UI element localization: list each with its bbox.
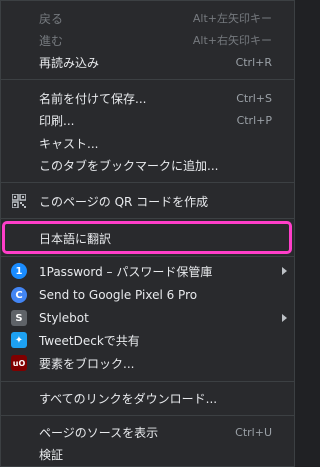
menu-item-reload[interactable]: 再読み込み Ctrl+R [1, 51, 294, 73]
menu-item-label: 要素をブロック... [39, 356, 135, 371]
menu-item-stylebot[interactable]: S Stylebot [1, 307, 294, 329]
context-menu: 戻る Alt+左矢印キー 進む Alt+右矢印キー 再読み込み Ctrl+R 名… [0, 0, 295, 467]
menu-item-tweetdeck[interactable]: ✦ TweetDeckで共有 [1, 329, 294, 351]
menu-item-shortcut: Ctrl+R [235, 55, 272, 69]
menu-item-bookmark-tab[interactable]: このタブをブックマークに追加... [1, 154, 294, 176]
menu-item-view-source[interactable]: ページのソースを表示 Ctrl+U [1, 421, 294, 443]
menu-item-label: このタブをブックマークに追加... [39, 158, 219, 173]
menu-item-label: Stylebot [39, 311, 89, 325]
qr-code-icon [11, 193, 27, 209]
menu-item-download-all-links[interactable]: すべてのリンクをダウンロード... [1, 387, 294, 409]
menu-item-print[interactable]: 印刷... Ctrl+P [1, 109, 294, 131]
menu-item-label: Send to Google Pixel 6 Pro [39, 288, 198, 302]
menu-item-cast[interactable]: キャスト... [1, 132, 294, 154]
menu-item-1password[interactable]: 1 1Password – パスワード保管庫 [1, 260, 294, 282]
menu-separator [1, 218, 294, 219]
ublock-icon: uO [11, 355, 27, 371]
menu-item-shortcut: Alt+左矢印キー [192, 12, 272, 25]
1password-icon: 1 [11, 263, 27, 279]
menu-item-shortcut: Ctrl+S [236, 91, 272, 105]
menu-item-label: 印刷... [39, 113, 75, 128]
menu-item-label: TweetDeckで共有 [39, 333, 140, 348]
menu-item-label: すべてのリンクをダウンロード... [39, 391, 218, 406]
tweetdeck-icon: ✦ [11, 332, 27, 348]
menu-separator [1, 182, 294, 183]
menu-item-label: 名前を付けて保存... [39, 91, 147, 106]
menu-item-shortcut: Ctrl+U [235, 425, 272, 439]
menu-item-label: 進む [39, 33, 64, 48]
menu-item-label: 1Password – パスワード保管庫 [39, 264, 213, 279]
menu-separator [1, 79, 294, 80]
menu-item-send-to-device[interactable]: C Send to Google Pixel 6 Pro [1, 284, 294, 306]
menu-item-back[interactable]: 戻る Alt+左矢印キー [1, 7, 294, 29]
menu-item-block-element[interactable]: uO 要素をブロック... [1, 352, 294, 374]
menu-item-label: 検証 [39, 447, 64, 462]
menu-item-label: 再読み込み [39, 55, 100, 70]
stylebot-icon: S [11, 310, 27, 326]
menu-item-forward[interactable]: 進む Alt+右矢印キー [1, 29, 294, 51]
submenu-arrow-icon [282, 267, 287, 275]
menu-item-inspect[interactable]: 検証 [1, 443, 294, 465]
chrome-send-icon: C [11, 287, 27, 303]
submenu-arrow-icon [282, 314, 287, 322]
highlight-annotation [2, 221, 292, 254]
menu-item-label: ページのソースを表示 [39, 425, 159, 440]
menu-separator [1, 415, 294, 416]
menu-item-shortcut: Ctrl+P [236, 113, 272, 127]
menu-item-shortcut: Alt+右矢印キー [192, 34, 272, 47]
menu-item-label: キャスト... [39, 136, 99, 151]
menu-item-save-as[interactable]: 名前を付けて保存... Ctrl+S [1, 87, 294, 109]
menu-separator [1, 381, 294, 382]
menu-separator [1, 256, 294, 257]
menu-item-create-qr[interactable]: このページの QR コードを作成 [1, 190, 294, 212]
menu-item-label: 戻る [39, 11, 64, 26]
menu-item-label: このページの QR コードを作成 [39, 194, 209, 209]
